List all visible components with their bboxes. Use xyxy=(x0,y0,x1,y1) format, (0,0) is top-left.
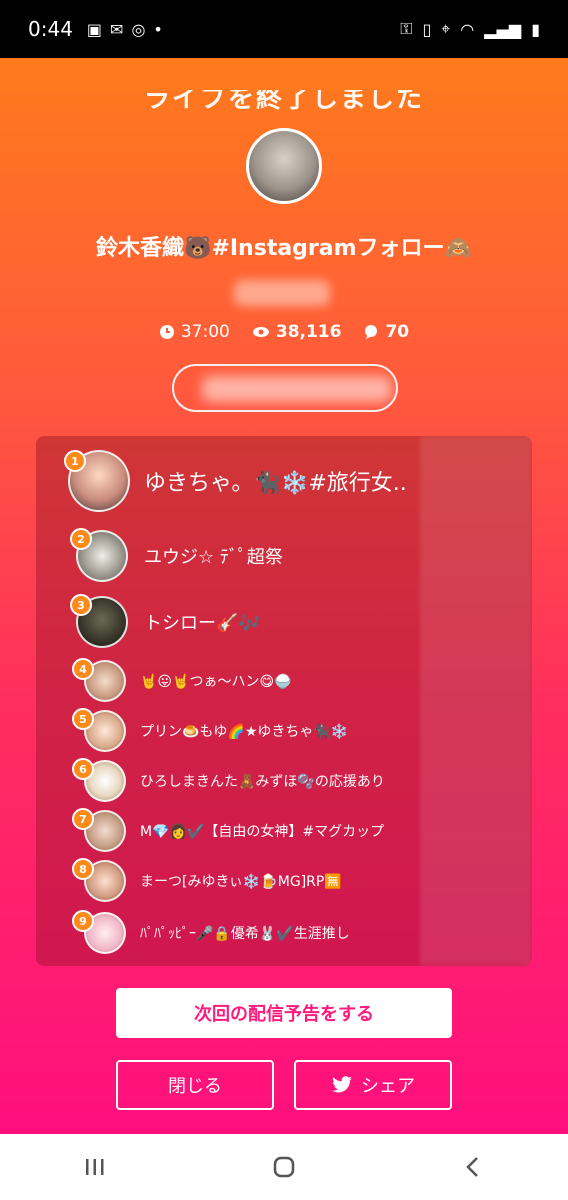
live-end-screen: ライブを終了しました 鈴木香織🐻#Instagramフォロー🙈 37:00 38… xyxy=(0,58,568,1134)
gift-ranking-list: 1 ゆきちゃ。🐈‍⬛❄️#旅行女.. 2 ユウジ☆ ﾃﾞﾟ超祭 3 トシロー🎸🎶… xyxy=(36,436,532,966)
ranking-name: トシロー🎸🎶 xyxy=(144,613,261,634)
navigation-bar xyxy=(0,1134,568,1200)
recent-apps-icon xyxy=(85,1159,104,1175)
recent-apps-button[interactable] xyxy=(65,1147,125,1187)
battery-icon: ▮ xyxy=(531,19,540,39)
ranking-row-1[interactable]: 1 ゆきちゃ。🐈‍⬛❄️#旅行女.. xyxy=(64,450,448,512)
back-button[interactable] xyxy=(443,1147,503,1187)
rank-badge: 1 xyxy=(64,450,86,472)
avatar: 8 xyxy=(72,858,126,902)
avatar: 7 xyxy=(72,808,126,852)
host-name: 鈴木香織🐻#Instagramフォロー🙈 xyxy=(96,236,472,261)
ranking-row-5[interactable]: 5 プリン🍮もゆ🌈★ゆきちゃ🐈‍⬛❄️ xyxy=(72,708,464,752)
instagram-icon: ◎ xyxy=(131,19,146,39)
signal-icon: ▂▄▆ xyxy=(484,19,522,39)
rank-badge: 3 xyxy=(70,594,92,616)
home-icon xyxy=(273,1156,295,1178)
ranking-row-8[interactable]: 8 まーつ[みゆきぃ❄️🍺MG]RP🈚 xyxy=(72,858,464,902)
home-button[interactable] xyxy=(254,1147,314,1187)
battery-saver-icon: ▯ xyxy=(422,19,432,39)
avatar: 5 xyxy=(72,708,126,752)
duration-stat: 37:00 xyxy=(159,322,230,342)
comment-icon xyxy=(365,325,378,339)
duration-value: 37:00 xyxy=(180,322,230,342)
schedule-next-stream-button[interactable]: 次回の配信予告をする xyxy=(116,988,452,1038)
ranking-name: ひろしまきんた🧸みずほ🫧の応援あり xyxy=(140,774,385,790)
live-stats: 37:00 38,116 70 xyxy=(0,322,568,342)
ranking-name: M💎👩✔️【自由の女神】#マグカップ xyxy=(140,824,385,840)
ranking-name: ﾊﾟﾊﾟｯﾋﾟｰ🎤🔒優希🐰✔️生涯推し xyxy=(140,926,350,942)
rank-badge: 6 xyxy=(72,758,94,780)
twitter-icon xyxy=(332,1076,352,1093)
ranking-row-7[interactable]: 7 M💎👩✔️【自由の女神】#マグカップ xyxy=(72,808,464,852)
ranking-name: まーつ[みゆきぃ❄️🍺MG]RP🈚 xyxy=(140,874,342,890)
rank-badge: 8 xyxy=(72,858,94,880)
ranking-name: 🤘😛🤘つぁ〜ハン😋🍚 xyxy=(140,674,292,690)
ranking-name: プリン🍮もゆ🌈★ゆきちゃ🐈‍⬛❄️ xyxy=(140,724,349,740)
ranking-name: ユウジ☆ ﾃﾞﾟ超祭 xyxy=(144,547,283,568)
close-button[interactable]: 閉じる xyxy=(116,1060,274,1110)
avatar: 9 xyxy=(72,910,126,954)
location-icon: ⌖ xyxy=(441,19,451,38)
ranking-row-2[interactable]: 2 ユウジ☆ ﾃﾞﾟ超祭 xyxy=(70,528,456,582)
dot-icon: • xyxy=(153,19,163,39)
share-button[interactable]: シェア xyxy=(294,1060,452,1110)
host-id-blurred xyxy=(234,280,330,306)
ranking-name: ゆきちゃ。🐈‍⬛❄️#旅行女.. xyxy=(144,471,407,496)
comments-stat: 70 xyxy=(363,322,409,342)
viewers-stat: 38,116 xyxy=(252,322,342,342)
pill-blurred-content xyxy=(202,376,392,402)
avatar: 6 xyxy=(72,758,126,802)
avatar: 2 xyxy=(70,528,128,582)
rank-badge: 7 xyxy=(72,808,94,830)
avatar: 4 xyxy=(72,658,126,702)
follow-pill-button[interactable] xyxy=(172,364,398,412)
clock-icon xyxy=(159,325,174,339)
status-bar: 0:44 ▣ ✉ ◎ • ⚿ ▯ ⌖ ◠ ▂▄▆ ▮ xyxy=(0,0,568,58)
ranking-row-6[interactable]: 6 ひろしまきんた🧸みずほ🫧の応援あり xyxy=(72,758,464,802)
viewers-value: 38,116 xyxy=(275,322,342,342)
key-icon: ⚿ xyxy=(400,19,413,38)
banner-clip xyxy=(0,58,568,90)
ranking-row-3[interactable]: 3 トシロー🎸🎶 xyxy=(70,594,456,648)
wifi-icon: ◠ xyxy=(460,19,475,39)
host-avatar[interactable] xyxy=(246,128,322,204)
avatar: 3 xyxy=(70,594,128,648)
share-label: シェア xyxy=(361,1076,415,1097)
rank-badge: 5 xyxy=(72,708,94,730)
rank-badge: 9 xyxy=(72,910,94,932)
rank-badge: 4 xyxy=(72,658,94,680)
eye-icon xyxy=(252,327,269,337)
mail-icon: ✉ xyxy=(110,19,124,39)
avatar: 1 xyxy=(64,450,130,512)
ranking-row-9[interactable]: 9 ﾊﾟﾊﾟｯﾋﾟｰ🎤🔒優希🐰✔️生涯推し xyxy=(72,910,464,954)
ranking-row-4[interactable]: 4 🤘😛🤘つぁ〜ハン😋🍚 xyxy=(72,658,464,702)
rank-badge: 2 xyxy=(70,528,92,550)
status-time: 0:44 xyxy=(28,17,73,41)
image-icon: ▣ xyxy=(86,19,103,39)
back-icon xyxy=(466,1157,479,1177)
comments-value: 70 xyxy=(385,322,410,342)
